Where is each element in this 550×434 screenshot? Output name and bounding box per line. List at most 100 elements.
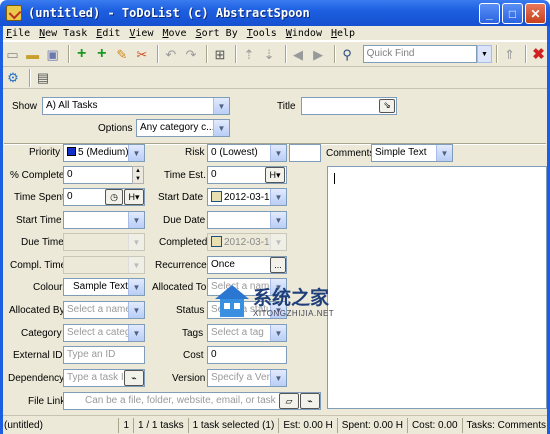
text-caret [334,173,335,184]
start-time-combo[interactable]: ▼ [63,211,145,229]
category-combo[interactable]: Select a category ▼ [63,324,145,342]
maximize-pane-icon[interactable]: ⊞ [211,45,228,63]
window-panel-icon[interactable]: ▤ [34,69,52,87]
main-toolbar: ▭ ▬ ▣ + + ✎ ✂ ↶ ↷ ⊞ ⇡ ⇣ ◀ ▶ ⚲ Quick Find… [0,41,550,67]
options-label: Options [98,123,133,134]
compl-time-combo[interactable]: ▼ [63,256,145,274]
chevron-down-icon: ▼ [128,302,144,318]
time-spent-label: Time Spent [14,192,65,203]
open-folder-icon[interactable]: ▬ [24,45,41,63]
move-left-icon[interactable]: ◀ [290,45,307,63]
chevron-down-icon: ▼ [128,257,144,273]
title-bar: (untitled) - ToDoList (c) AbstractSpoon … [0,0,550,26]
risk-label: Risk [185,147,205,158]
cost-label: Cost [183,350,204,361]
dependency-link-icon[interactable]: ⌁ [124,370,144,386]
chevron-down-icon: ▼ [213,98,229,114]
start-time-label: Start Time [16,215,62,226]
close-file-icon[interactable]: ✖ [530,45,547,63]
external-id-input[interactable]: Type an ID [63,346,145,364]
due-date-label: Due Date [163,215,206,226]
cost-input[interactable]: 0 [207,346,287,364]
compl-time-label: Compl. Time [10,260,67,271]
chevron-down-icon: ▼ [213,120,229,136]
title-filter-input[interactable]: ⇘ [301,97,397,115]
show-filter-combo[interactable]: A) All Tasks ▼ [42,97,230,115]
move-right-icon[interactable]: ▶ [310,45,327,63]
edit-pencil-icon[interactable]: ✎ [113,45,130,63]
allocated-by-combo[interactable]: Select a name ▼ [63,301,145,319]
preferences-gear-icon[interactable]: ⚙ [4,69,22,87]
quick-find-dropdown[interactable]: ▼ [476,45,493,63]
due-date-picker[interactable]: ▼ [207,211,287,229]
due-time-label: Due Time [21,237,64,248]
time-spent-units-button[interactable]: H ▾ [124,189,144,205]
priority-label: Priority [29,147,61,158]
save-icon[interactable]: ▣ [44,45,61,63]
menu-view[interactable]: View [129,28,153,39]
new-file-icon[interactable]: ▭ [4,45,21,63]
percent-complete-label: % Complete [10,170,65,181]
menu-new-task[interactable]: New Task [39,28,87,39]
menu-window[interactable]: Window [286,28,322,39]
chevron-down-icon: ▼ [270,234,286,250]
filter-options-icon[interactable]: ⇘ [379,99,395,113]
menu-edit[interactable]: Edit [96,28,120,39]
redo-icon[interactable]: ↷ [182,45,199,63]
browse-folder-icon[interactable]: ▱ [279,393,299,409]
tags-label: Tags [182,328,204,339]
open-link-icon[interactable]: ⌁ [300,393,320,409]
recurrence-label: Recurrence [155,260,207,271]
comments-format-combo[interactable]: Simple Text ▼ [371,144,453,162]
time-est-units-button[interactable]: H ▾ [265,167,285,183]
status-filename: (untitled) [0,417,120,433]
external-id-label: External ID [13,350,63,361]
delete-task-icon[interactable]: ✂ [133,45,150,63]
menu-sort-by[interactable]: Sort By [196,28,238,39]
priority-combo[interactable]: 5 (Medium) ▼ [63,144,145,162]
menu-file[interactable]: File [6,28,30,39]
risk-extra-input[interactable] [289,144,321,162]
risk-combo[interactable]: 0 (Lowest) ▼ [207,144,287,162]
colour-label: Colour [33,282,63,293]
status-count: 1 [119,417,135,433]
move-up-icon[interactable]: ⇡ [240,45,257,63]
recurrence-button[interactable]: ... [270,257,286,273]
version-combo[interactable]: Specify a Version ▼ [207,369,287,387]
timer-clock-icon[interactable]: ◷ [105,189,123,205]
menu-tools[interactable]: Tools [247,28,277,39]
status-selected: 1 task selected (1) [189,417,280,433]
allocated-to-label: Allocated To [152,282,207,293]
add-subtask-icon[interactable]: + [93,45,110,63]
move-down-icon[interactable]: ⇣ [261,45,278,63]
due-time-combo[interactable]: ▼ [63,233,145,251]
status-bar: (untitled) 1 1 / 1 tasks 1 task selected… [0,415,550,434]
completed-label: Completed [159,237,208,248]
start-date-checkbox[interactable] [211,191,222,202]
completed-date-picker[interactable]: 2012-03-12 ▼ [207,233,287,251]
percent-complete-input[interactable]: 0 [63,166,133,184]
options-value: Any category c... [140,122,215,133]
options-combo[interactable]: Any category c... ▼ [136,119,230,137]
menu-help[interactable]: Help [331,28,355,39]
percent-complete-spinner[interactable]: ▲ ▼ [132,166,144,184]
sort-icon[interactable]: ⇑ [501,45,518,63]
start-date-picker[interactable]: 2012-03-12 ▼ [207,188,287,206]
undo-icon[interactable]: ↶ [162,45,179,63]
completed-checkbox[interactable] [211,236,222,247]
chevron-down-icon: ▼ [270,370,286,386]
close-button[interactable]: ✕ [525,3,546,24]
app-icon [6,5,22,21]
status-estimate: Est: 0.00 H [279,417,338,433]
minimize-button[interactable]: _ [479,3,500,24]
quick-find-input[interactable]: Quick Find [362,45,477,63]
chevron-down-icon: ▼ [128,279,144,295]
find-binoculars-icon[interactable]: ⚲ [339,45,356,63]
status-label: Status [176,305,205,316]
colour-combo[interactable]: Sample Text ▼ [63,278,145,296]
menu-bar: File New Task Edit View Move Sort By Too… [0,26,550,40]
add-task-icon[interactable]: + [73,45,90,63]
maximize-button[interactable]: □ [502,3,523,24]
menu-move[interactable]: Move [162,28,186,39]
watermark-text: 系统之家 [253,287,330,309]
